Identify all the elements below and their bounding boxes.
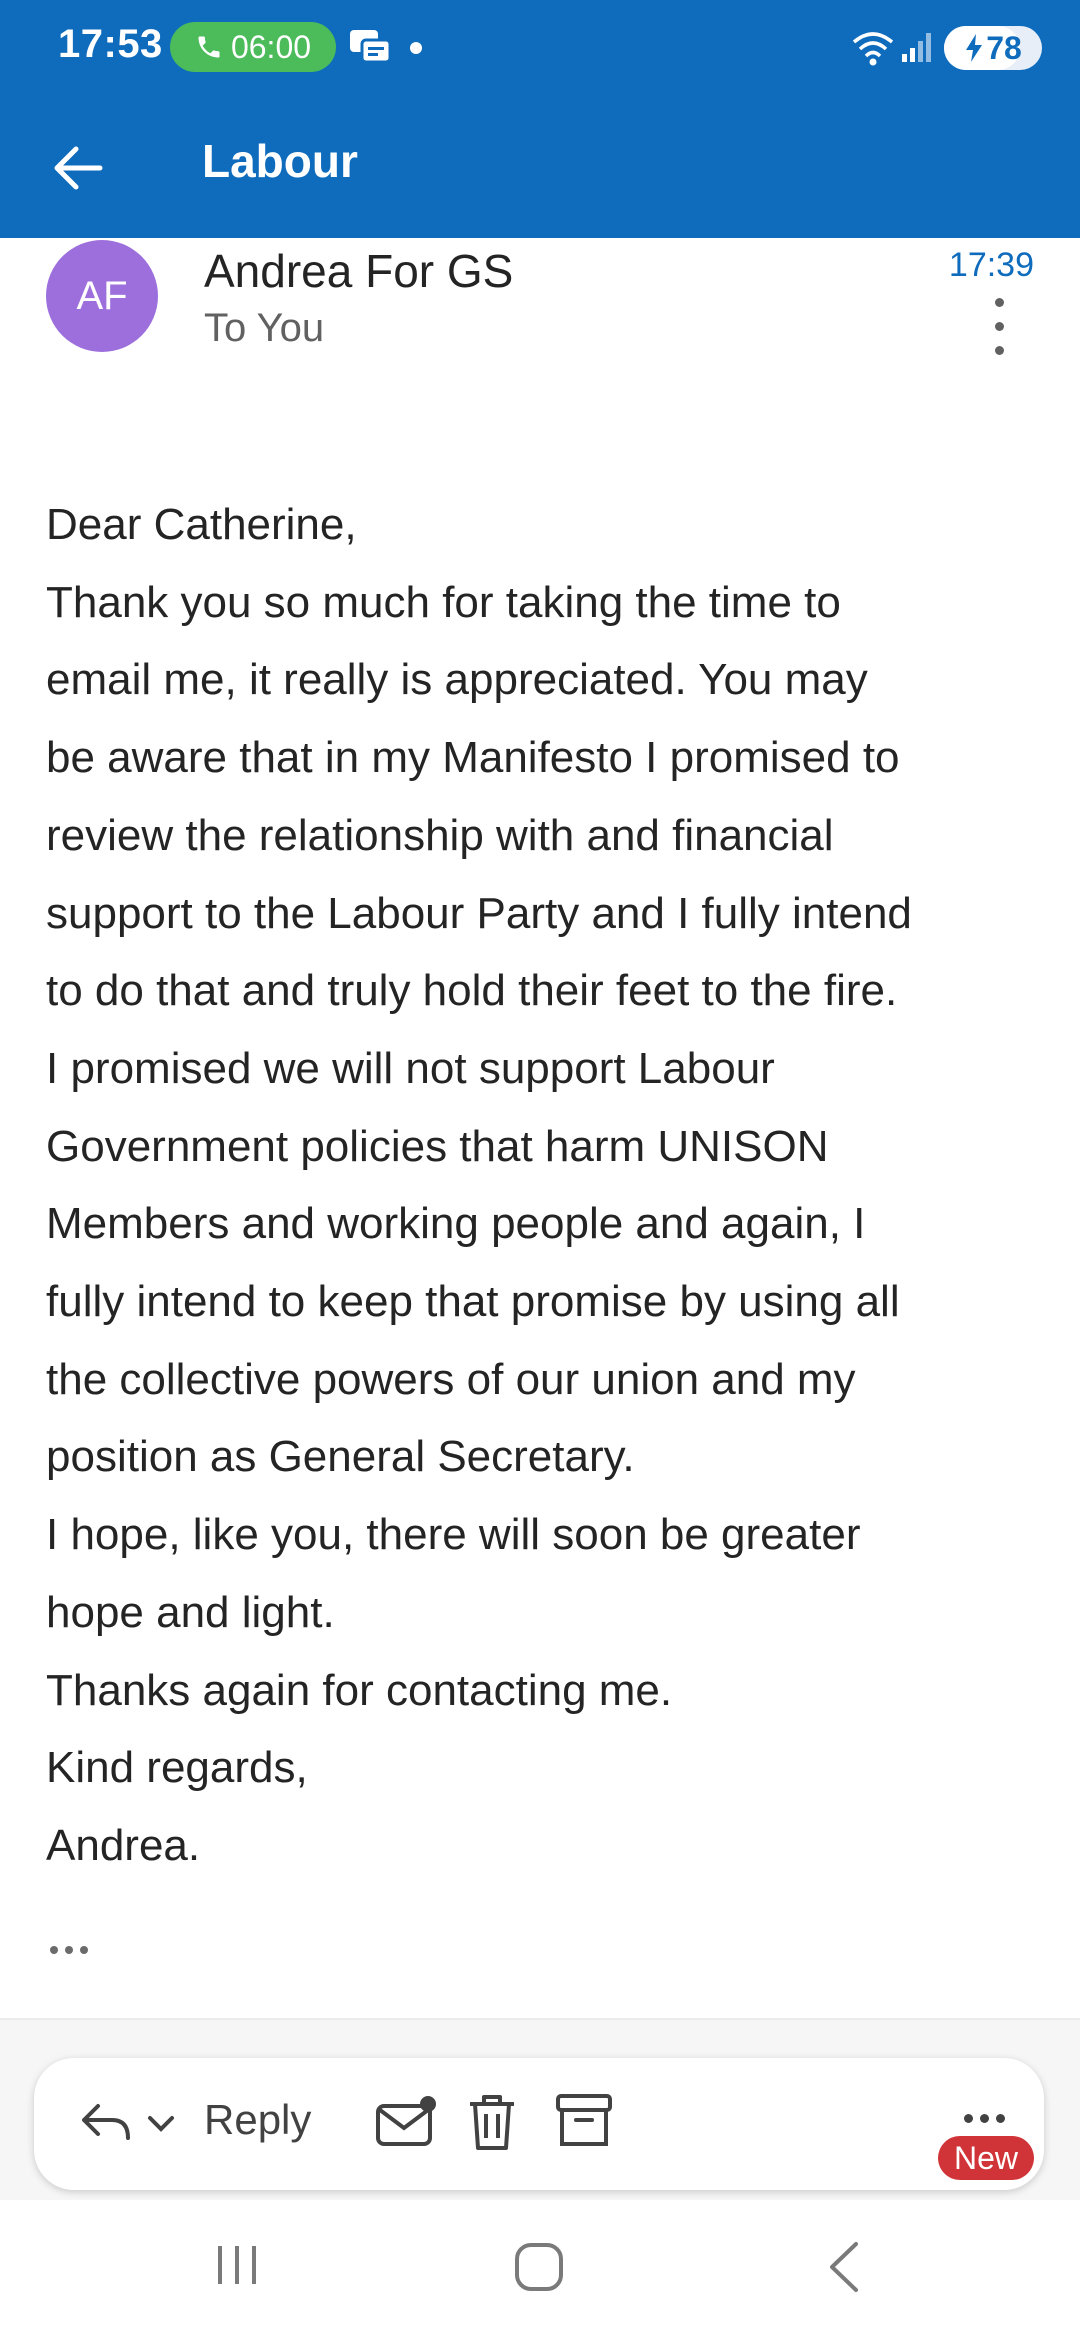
home-icon[interactable] [512, 2240, 566, 2294]
signal-icon [902, 33, 931, 62]
body-line: Dear Catherine, [46, 500, 357, 549]
email-time: 17:39 [948, 246, 1034, 284]
new-badge-label: New [953, 2139, 1018, 2176]
delete-icon[interactable] [466, 2092, 518, 2154]
body-line: Thanks again for contacting me. [46, 1665, 673, 1715]
body-line: be aware that in my Manifesto I promised… [46, 733, 900, 783]
system-nav-bar [0, 2200, 1080, 2340]
back-icon[interactable] [820, 2240, 870, 2294]
app-header: 17:53 06:00 78 Labour [0, 0, 1080, 238]
battery-indicator: 78 [944, 26, 1042, 70]
body-line: hope and light. [46, 1587, 335, 1637]
show-quoted-text-button[interactable] [50, 1934, 106, 1966]
sender-name[interactable]: Andrea For GS [204, 244, 513, 298]
toolbar: Labour [0, 110, 1080, 220]
body-line: email me, it really is appreciated. You … [46, 655, 868, 705]
body-line: support to the Labour Party and I fully … [46, 888, 912, 938]
battery-charging-icon [966, 34, 983, 62]
wifi-icon [852, 32, 894, 66]
archive-icon[interactable] [554, 2092, 614, 2150]
reply-button[interactable]: Reply [204, 2096, 311, 2144]
action-area: Reply New [0, 2020, 1080, 2200]
status-time: 17:53 [58, 22, 163, 66]
folder-title: Labour [202, 135, 358, 187]
body-line: position as General Secretary. [46, 1432, 635, 1482]
mark-unread-icon[interactable] [374, 2092, 440, 2152]
more-button[interactable] [964, 2114, 1005, 2123]
body-line: review the relationship with and financi… [46, 810, 834, 860]
avatar[interactable]: AF [46, 240, 158, 352]
recent-apps-icon[interactable] [212, 2240, 262, 2290]
status-bar: 17:53 06:00 78 [0, 0, 1080, 100]
body-line: Andrea. [46, 1820, 201, 1870]
body-line: Government policies that harm UNISON [46, 1121, 829, 1171]
call-duration: 06:00 [230, 28, 312, 65]
reply-icon[interactable] [78, 2094, 134, 2150]
body-line: Thank you so much for taking the time to [46, 577, 841, 627]
body-line: I promised we will not support Labour [46, 1043, 775, 1093]
chevron-down-icon[interactable] [146, 2114, 176, 2134]
more-vert-icon [995, 298, 1004, 307]
email-header: AF Andrea For GS To You 17:39 [0, 238, 1080, 408]
body-line: the collective powers of our union and m… [46, 1354, 856, 1404]
body-line: Kind regards, [46, 1743, 308, 1793]
body-line: to do that and truly hold their feet to … [46, 966, 898, 1016]
recipient-line[interactable]: To You [204, 306, 324, 351]
call-indicator[interactable]: 06:00 [170, 22, 336, 72]
back-button[interactable] [40, 130, 116, 206]
phone-icon [198, 36, 220, 58]
email-body: Dear Catherine, Thank you so much for ta… [46, 486, 1046, 1885]
body-line: fully intend to keep that promise by usi… [46, 1277, 900, 1327]
avatar-initials: AF [76, 273, 128, 318]
arrow-left-icon [54, 146, 103, 190]
ellipsis-icon [50, 1946, 58, 1954]
battery-level: 78 [986, 29, 1022, 66]
action-bar: Reply New [34, 2058, 1044, 2190]
body-line: I hope, like you, there will soon be gre… [46, 1510, 861, 1560]
more-icon [964, 2114, 973, 2123]
body-line: Members and working people and again, I [46, 1199, 866, 1249]
more-options-button[interactable] [990, 298, 1010, 358]
message-icon [350, 30, 392, 64]
notification-dot [410, 42, 422, 54]
new-badge: New [938, 2136, 1034, 2180]
